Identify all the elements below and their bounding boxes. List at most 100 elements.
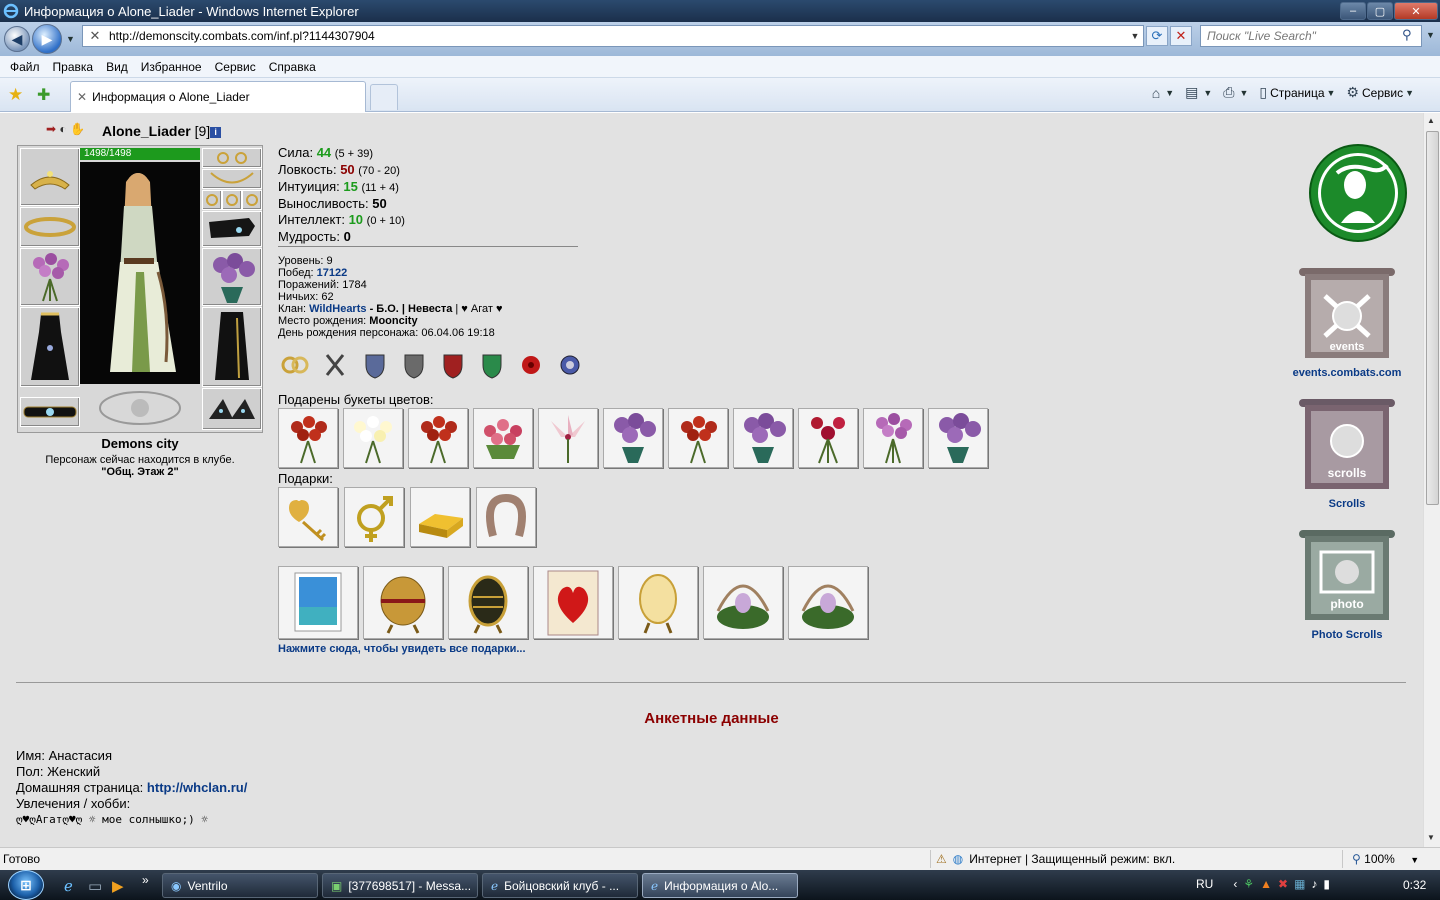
tray-volume-icon[interactable]: ♪: [1311, 877, 1317, 891]
bracelet-slot[interactable]: [20, 207, 80, 247]
vertical-scrollbar[interactable]: ▲ ▼: [1423, 113, 1440, 847]
url-history-dropdown-icon[interactable]: ▼: [1127, 31, 1143, 41]
leggings-slot[interactable]: [202, 307, 262, 387]
weapon-left-slot[interactable]: [20, 248, 80, 306]
gift-item[interactable]: [278, 487, 338, 547]
rings-badge-icon[interactable]: [278, 351, 312, 379]
task-fight-club[interactable]: ℯ Бойцовский клуб - ...: [482, 873, 638, 898]
events-block[interactable]: events events.combats.com: [1285, 266, 1409, 379]
menu-view[interactable]: Вид: [106, 60, 128, 74]
menu-file[interactable]: Файл: [10, 60, 40, 74]
search-options-dropdown-icon[interactable]: ▼: [1426, 30, 1435, 40]
maximize-button[interactable]: ▢: [1367, 2, 1393, 20]
gift-item[interactable]: [703, 566, 783, 639]
ie-quicklaunch-icon[interactable]: ℯ: [64, 877, 73, 895]
zoom-dropdown-icon[interactable]: ▼: [1410, 855, 1419, 865]
tray-app-icon[interactable]: ▲: [1260, 877, 1272, 891]
tray-connection-icon[interactable]: ▦: [1294, 877, 1305, 891]
tray-expand-icon[interactable]: ‹: [1233, 877, 1237, 891]
scroll-down-icon[interactable]: ▼: [1427, 833, 1435, 842]
flower-gift[interactable]: [798, 408, 858, 468]
desktop-quicklaunch-icon[interactable]: ▭: [88, 877, 102, 895]
flower-gift[interactable]: [928, 408, 988, 468]
shield-badge-icon[interactable]: [362, 351, 388, 379]
tray-network-icon[interactable]: ⚘: [1243, 877, 1254, 891]
start-button[interactable]: ⊞: [8, 870, 44, 900]
security-zone[interactable]: ⚠ ◍ Интернет | Защищенный режим: вкл.: [936, 852, 1175, 866]
gift-item[interactable]: [533, 566, 613, 639]
events-link[interactable]: events.combats.com: [1285, 367, 1409, 379]
url-text[interactable]: http://demonscity.combats.com/inf.pl?114…: [109, 29, 1127, 43]
boots-slot[interactable]: [202, 388, 262, 430]
tray-power-icon[interactable]: ▮: [1323, 877, 1330, 891]
tab-character-info[interactable]: ✕ Информация о Alone_Liader: [70, 81, 366, 112]
gift-item[interactable]: [410, 487, 470, 547]
scroll-up-icon[interactable]: ▲: [1427, 116, 1435, 125]
flower-gift[interactable]: [538, 408, 598, 468]
quicklaunch-more-icon[interactable]: »: [142, 873, 149, 887]
page-dropdown-icon[interactable]: ▼: [1327, 88, 1336, 98]
blue-round-badge-icon[interactable]: [557, 351, 583, 379]
search-input[interactable]: Поиск "Live Search": [1200, 25, 1422, 47]
feeds-dropdown-icon[interactable]: ▼: [1203, 88, 1212, 98]
clan-link[interactable]: WildHearts: [309, 303, 366, 315]
crossed-swords-badge-icon[interactable]: [322, 351, 348, 379]
home-icon[interactable]: ⌂: [1152, 85, 1160, 101]
gloves-slot[interactable]: [202, 211, 262, 247]
flower-gift[interactable]: [603, 408, 663, 468]
feeds-icon[interactable]: ▤: [1185, 84, 1198, 101]
media-quicklaunch-icon[interactable]: ▶: [112, 877, 124, 895]
gray-shield-badge-icon[interactable]: [401, 351, 427, 379]
flower-gift[interactable]: [473, 408, 533, 468]
belt-slot[interactable]: [20, 397, 80, 427]
flower-gift[interactable]: [343, 408, 403, 468]
flower-gift[interactable]: [408, 408, 468, 468]
stop-button[interactable]: ✕: [1170, 26, 1192, 46]
minimize-button[interactable]: ‒: [1340, 2, 1366, 20]
print-dropdown-icon[interactable]: ▼: [1239, 88, 1248, 98]
forward-button[interactable]: ▶: [32, 24, 62, 54]
earrings-slot[interactable]: [202, 148, 262, 168]
task-messenger[interactable]: ▣ [377698517] - Messa...: [322, 873, 478, 898]
tray-security-icon[interactable]: ✖: [1278, 877, 1288, 891]
print-icon[interactable]: ⎙: [1223, 84, 1234, 101]
home-dropdown-icon[interactable]: ▼: [1165, 88, 1174, 98]
tools-dropdown-icon[interactable]: ▼: [1405, 88, 1414, 98]
clan-emblem[interactable]: [1307, 143, 1409, 243]
helmet-slot[interactable]: [20, 148, 80, 206]
menu-favorites[interactable]: Избранное: [141, 60, 202, 74]
ring-slot-2[interactable]: [222, 190, 242, 210]
flower-gift[interactable]: [668, 408, 728, 468]
scrolls-link[interactable]: Scrolls: [1294, 498, 1400, 510]
gift-item[interactable]: [344, 487, 404, 547]
tools-menu-button[interactable]: Сервис: [1362, 86, 1403, 100]
homepage-link[interactable]: http://whclan.ru/: [147, 780, 247, 795]
scroll-thumb[interactable]: [1426, 131, 1439, 505]
scrolls-block[interactable]: scrolls Scrolls: [1294, 397, 1400, 510]
necklace-slot[interactable]: [202, 169, 262, 189]
page-menu-button[interactable]: Страница: [1270, 86, 1324, 100]
back-button[interactable]: ◀: [4, 26, 30, 52]
new-tab-button[interactable]: [370, 84, 398, 110]
popup-blocker-icon[interactable]: ⚠: [936, 852, 947, 866]
task-ventrilo[interactable]: ◉ Ventrilo: [162, 873, 318, 898]
flower-gift[interactable]: [733, 408, 793, 468]
refresh-button[interactable]: ⟳: [1146, 26, 1168, 46]
close-button[interactable]: ✕: [1394, 2, 1438, 20]
gift-item[interactable]: [788, 566, 868, 639]
search-icon[interactable]: ⚲: [1402, 27, 1412, 43]
weapon-right-slot[interactable]: [202, 248, 262, 306]
zoom-level[interactable]: ⚲ 100% ▼: [1352, 852, 1419, 866]
flower-gift[interactable]: [278, 408, 338, 468]
language-indicator[interactable]: RU: [1196, 877, 1213, 891]
gift-item[interactable]: [278, 566, 358, 639]
gift-item[interactable]: [363, 566, 443, 639]
red-flower-badge-icon[interactable]: [518, 351, 544, 379]
wins-link[interactable]: 17122: [317, 267, 348, 279]
clock[interactable]: 0:32: [1403, 878, 1426, 892]
red-shield-badge-icon[interactable]: [440, 351, 466, 379]
menu-edit[interactable]: Правка: [53, 60, 94, 74]
ring-slot-1[interactable]: [202, 190, 222, 210]
ring-slot-3[interactable]: [242, 190, 262, 210]
photo-scrolls-block[interactable]: photo Photo Scrolls: [1294, 528, 1400, 641]
